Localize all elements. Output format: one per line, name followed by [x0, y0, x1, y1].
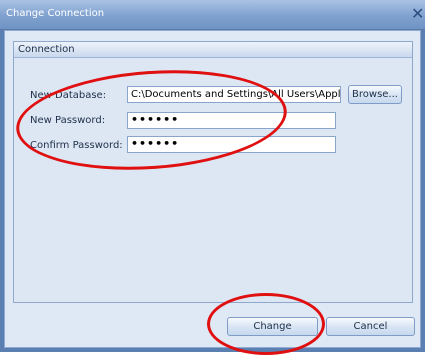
cancel-button[interactable]: Cancel [326, 317, 415, 336]
change-connection-dialog: Change Connection ✕ Connection New Datab… [0, 0, 425, 355]
annotation-ellipse-change [207, 293, 325, 355]
connection-group-header: Connection [14, 42, 412, 58]
group-title: Connection [18, 44, 75, 55]
browse-button[interactable]: Browse... [348, 85, 402, 104]
title-bar[interactable]: Change Connection ✕ [0, 0, 425, 30]
close-icon[interactable]: ✕ [411, 4, 424, 23]
window-title: Change Connection [6, 8, 105, 19]
